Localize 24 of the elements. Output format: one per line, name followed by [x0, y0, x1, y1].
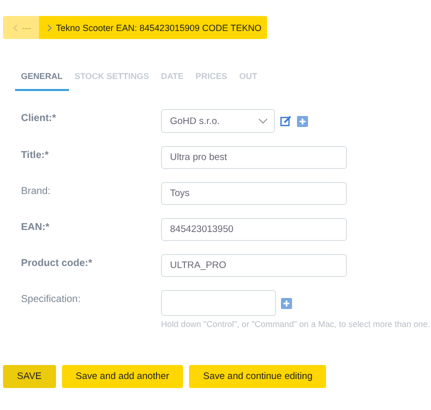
multiselect-field[interactable] — [161, 290, 276, 316]
chevron-down-icon — [258, 118, 268, 124]
field-label: Product code:* — [21, 257, 94, 269]
chevron-left-icon — [13, 24, 18, 32]
input-field[interactable]: 845423013950 — [161, 218, 347, 241]
field-label: EAN:* — [21, 221, 50, 233]
input-field[interactable]: Ultra pro best — [161, 146, 347, 169]
input-field[interactable]: Toys — [161, 182, 347, 205]
input-field[interactable]: ULTRA_PRO — [161, 254, 347, 277]
add-icon[interactable] — [297, 116, 308, 126]
save-button[interactable]: SAVE — [3, 365, 56, 388]
field-label: Client:* — [21, 112, 57, 124]
current-breadcrumb[interactable]: Tekno Scooter EAN: 845423015909 CODE TEKNO — [39, 16, 268, 39]
add-icon[interactable] — [281, 298, 292, 308]
field-label: Brand: — [21, 185, 52, 197]
field-label: Title:* — [21, 149, 50, 161]
field-label: Specification: — [21, 293, 82, 305]
help-text: Hold down "Control", or "Command" on a Mac, to select more than one. — [161, 319, 431, 329]
client-select[interactable]: GoHD s.r.o. — [161, 109, 275, 133]
save-option-button[interactable]: Save and continue editing — [189, 365, 326, 388]
chevron-right-icon — [47, 24, 52, 32]
edit-icon[interactable] — [280, 115, 292, 127]
save-option-button[interactable]: Save and add another — [62, 365, 184, 388]
tab[interactable]: GENERAL — [15, 65, 69, 91]
